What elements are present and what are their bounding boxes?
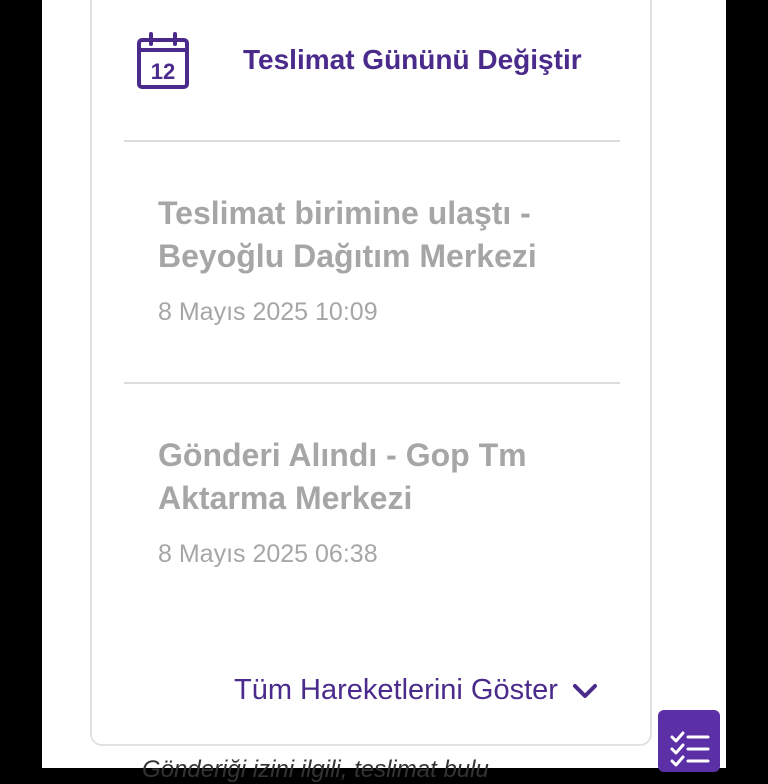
show-all-movements-label: Tüm Hareketlerini Göster [234, 674, 558, 706]
event-title: Gönderi Alındı - Gop Tm Aktarma Merkezi [158, 437, 527, 516]
event-time: 8 Mayıs 2025 10:09 [158, 298, 378, 326]
divider [124, 382, 620, 384]
event-title: Teslimat birimine ulaştı - Beyoğlu Dağıt… [158, 195, 537, 274]
divider [124, 140, 620, 142]
chevron-down-icon [573, 683, 598, 698]
checklist-icon [670, 731, 710, 767]
tracking-card [90, 0, 652, 746]
checklist-button[interactable] [658, 710, 720, 772]
calendar-day-number: 12 [151, 59, 175, 84]
calendar-icon: 12 [137, 32, 189, 89]
change-delivery-day-label: Teslimat Gününü Değiştir [243, 44, 582, 75]
app-screen [42, 0, 726, 768]
event-time: 8 Mayıs 2025 06:38 [158, 540, 378, 568]
footer-partial-text: Gönderiği izini ilgili, teslimat bulu [142, 756, 489, 783]
change-delivery-day-button[interactable]: 12 Teslimat Gününü Değiştir [86, 30, 586, 94]
show-all-movements-button[interactable]: Tüm Hareketlerini Göster [234, 674, 598, 714]
